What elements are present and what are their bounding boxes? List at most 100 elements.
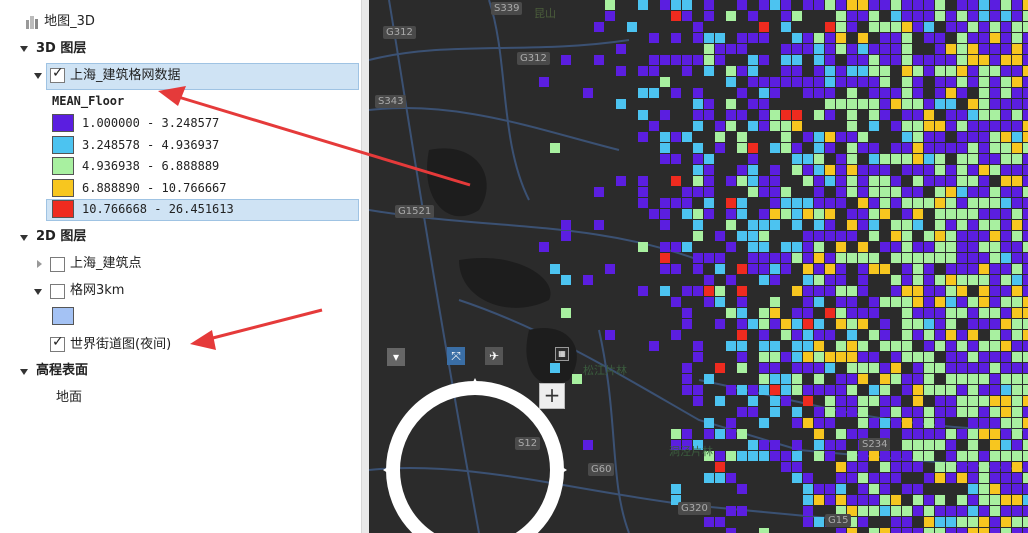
collapse-layer-grid-icon[interactable] bbox=[34, 73, 42, 79]
expand-points-icon[interactable] bbox=[37, 260, 42, 268]
grid-cell bbox=[693, 55, 703, 65]
grid-cell bbox=[770, 77, 780, 87]
grid-cell bbox=[935, 99, 945, 109]
grid3km-symbol[interactable] bbox=[52, 307, 74, 325]
grid-cell bbox=[561, 55, 571, 65]
grid-cell bbox=[682, 0, 692, 10]
grid-cell bbox=[880, 154, 890, 164]
collapse-2d-icon[interactable] bbox=[20, 235, 28, 241]
map-root-item[interactable]: 地图_3D bbox=[24, 11, 95, 33]
grid-cell bbox=[913, 264, 923, 274]
grid-cell bbox=[748, 66, 758, 76]
group-3d-label[interactable]: 3D 图层 bbox=[36, 38, 86, 60]
class-swatch[interactable] bbox=[52, 157, 74, 175]
class-swatch[interactable] bbox=[52, 114, 74, 132]
grid-cell bbox=[869, 55, 879, 65]
grid-cell bbox=[924, 33, 934, 43]
grid-cell bbox=[693, 396, 703, 406]
grid-cell bbox=[715, 517, 725, 527]
layer-basemap-checkbox[interactable]: ✓ bbox=[50, 334, 65, 352]
grid-cell bbox=[770, 264, 780, 274]
grid-cell bbox=[803, 264, 813, 274]
grid-icon[interactable]: ▦ bbox=[555, 347, 569, 361]
grid-cell bbox=[693, 341, 703, 351]
grid-cell bbox=[748, 220, 758, 230]
class-swatch[interactable] bbox=[52, 135, 74, 154]
grid-cell bbox=[847, 231, 857, 241]
grid-cell bbox=[891, 506, 901, 516]
grid-cell bbox=[880, 462, 890, 472]
grid-cell bbox=[990, 506, 1000, 516]
grid-cell bbox=[836, 99, 846, 109]
grid-cell bbox=[803, 484, 813, 494]
grid-cell bbox=[748, 143, 758, 153]
group-elev-label[interactable]: 高程表面 bbox=[36, 360, 88, 382]
grid-cell bbox=[836, 253, 846, 263]
layer-grid3km-checkbox[interactable] bbox=[50, 284, 65, 299]
grid-cell bbox=[825, 132, 835, 142]
collapse-grid3km-icon[interactable] bbox=[34, 289, 42, 295]
grid-cell bbox=[869, 396, 879, 406]
layer-points-checkbox[interactable] bbox=[50, 257, 65, 272]
elev-ground-item[interactable]: 地面 bbox=[56, 387, 82, 409]
grid-cell bbox=[990, 66, 1000, 76]
layer-basemap-label[interactable]: 世界街道图(夜间) bbox=[70, 334, 171, 356]
grid-cell bbox=[737, 231, 747, 241]
class-swatch[interactable] bbox=[52, 200, 74, 218]
grid-cell bbox=[715, 286, 725, 296]
map-view[interactable]: S339 G312 G312 S343 G1521 S12 G60 S234 G… bbox=[369, 0, 1028, 533]
grid-cell bbox=[869, 66, 879, 76]
grid-cell bbox=[836, 154, 846, 164]
grid-cell bbox=[990, 121, 1000, 131]
group-2d-label[interactable]: 2D 图层 bbox=[36, 226, 86, 248]
grid-cell bbox=[924, 506, 934, 516]
grid-cell bbox=[979, 143, 989, 153]
grid-cell bbox=[891, 473, 901, 483]
collapse-elev-icon[interactable] bbox=[20, 369, 28, 375]
road-label: G1521 bbox=[395, 205, 435, 218]
grid-cell bbox=[880, 396, 890, 406]
layer-grid3km-label[interactable]: 格网3km bbox=[70, 280, 124, 302]
grid-cell bbox=[990, 110, 1000, 120]
grid-cell bbox=[1023, 253, 1028, 263]
grid-cell bbox=[957, 220, 967, 230]
grid-cell bbox=[946, 176, 956, 186]
grid-cell bbox=[748, 407, 758, 417]
chevron-down-icon[interactable]: ▾ bbox=[387, 348, 405, 366]
grid-cell bbox=[902, 253, 912, 263]
grid-cell bbox=[814, 341, 824, 351]
grid-cell bbox=[847, 110, 857, 120]
grid-cell bbox=[803, 165, 813, 175]
grid-cell bbox=[979, 242, 989, 252]
class-swatch[interactable] bbox=[52, 178, 74, 197]
walk-mode-icon[interactable]: ✈ bbox=[485, 347, 503, 365]
grid-cell bbox=[649, 121, 659, 131]
grid-cell bbox=[803, 253, 813, 263]
grid-cell bbox=[946, 429, 956, 439]
grid-cell bbox=[737, 341, 747, 351]
layer-grid-checkbox[interactable]: ✓ bbox=[50, 65, 65, 83]
grid-cell bbox=[792, 55, 802, 65]
full-extent-icon[interactable]: ⤧ bbox=[447, 347, 465, 365]
grid-cell bbox=[770, 0, 780, 10]
collapse-3d-icon[interactable] bbox=[20, 46, 28, 52]
grid-cell bbox=[869, 77, 879, 87]
grid-cell bbox=[1001, 176, 1011, 186]
grid-cell bbox=[825, 22, 835, 32]
grid-cell bbox=[693, 231, 703, 241]
zoom-in-button[interactable]: + bbox=[539, 383, 565, 409]
grid-cell bbox=[1023, 99, 1028, 109]
grid-cell bbox=[825, 165, 835, 175]
layer-points-label[interactable]: 上海_建筑点 bbox=[70, 253, 142, 275]
grid-cell bbox=[748, 33, 758, 43]
grid-cell bbox=[957, 143, 967, 153]
grid-cell bbox=[979, 352, 989, 362]
grid-cell bbox=[1012, 418, 1022, 428]
grid-cell bbox=[924, 297, 934, 307]
grid-cell bbox=[671, 484, 681, 494]
grid-cell bbox=[858, 253, 868, 263]
grid-cell bbox=[759, 352, 769, 362]
grid-cell bbox=[869, 418, 879, 428]
grid-cell bbox=[693, 99, 703, 109]
layer-grid-label[interactable]: 上海_建筑格网数据 bbox=[70, 65, 181, 87]
